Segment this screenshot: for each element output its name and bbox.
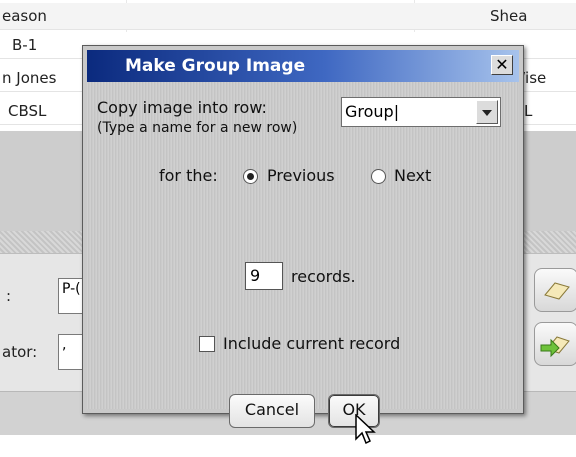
radio-next[interactable] <box>371 169 386 184</box>
option-next-label[interactable]: Next <box>394 166 431 185</box>
include-current-checkbox[interactable] <box>199 336 215 352</box>
make-group-image-dialog: Make Group Image ✕ Copy image into row: … <box>82 45 524 445</box>
book-icon <box>544 282 570 300</box>
dialog-titlebar[interactable]: Make Group Image ✕ <box>87 50 519 82</box>
background-bottom <box>0 435 576 457</box>
mouse-pointer-icon <box>355 414 376 445</box>
table-cell: B-1 <box>12 36 38 54</box>
records-label: records. <box>291 267 356 286</box>
records-count-input[interactable]: 9 <box>245 262 283 290</box>
table-cell: eason <box>2 7 47 25</box>
include-current-label[interactable]: Include current record <box>223 334 400 353</box>
row-name-combobox[interactable]: Group| <box>341 97 501 127</box>
copy-label: Copy image into row: <box>97 98 267 117</box>
close-button[interactable]: ✕ <box>491 55 513 75</box>
option-previous-label[interactable]: Previous <box>267 166 335 185</box>
dropdown-arrow-icon[interactable] <box>476 100 498 124</box>
close-icon: ✕ <box>495 55 509 74</box>
table-cell: CBSL <box>8 102 47 120</box>
table-row[interactable]: eason Shea <box>0 3 576 30</box>
table-cell: Shea <box>490 7 528 25</box>
radio-previous[interactable] <box>243 169 258 184</box>
arrow-book-button[interactable] <box>534 322 576 366</box>
for-label: for the: <box>159 166 218 185</box>
field-label: ator: <box>2 343 38 361</box>
cancel-button[interactable]: Cancel <box>229 394 315 428</box>
table-cell: L <box>524 102 533 120</box>
dialog-title: Make Group Image <box>125 56 306 76</box>
radio-selected-dot <box>247 173 254 180</box>
book-button[interactable] <box>534 268 576 312</box>
copy-hint: (Type a name for a new row) <box>97 120 298 136</box>
table-cell: n Jones <box>2 69 57 87</box>
row-name-value[interactable]: Group| <box>345 102 399 121</box>
dialog-body: Copy image into row: (Type a name for a … <box>87 82 519 445</box>
arrow-book-icon <box>540 336 570 358</box>
field-label: : <box>6 287 12 305</box>
